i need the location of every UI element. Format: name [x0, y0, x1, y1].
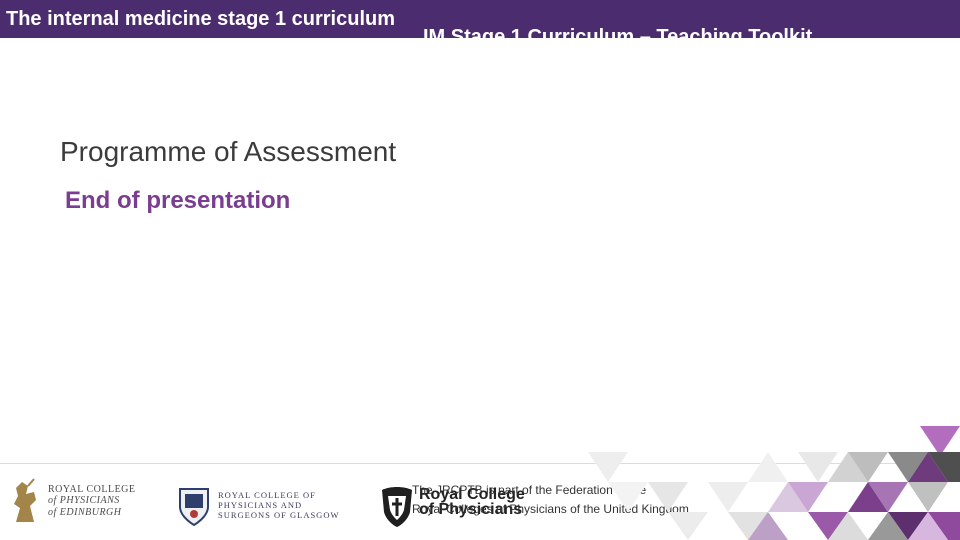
- rcpe-line-3: of EDINBURGH: [48, 506, 122, 518]
- rcpe-line-1: ROYAL COLLEGE: [48, 483, 136, 495]
- unicorn-crest-icon: [14, 478, 36, 522]
- header-subtitle: IM Stage 1 Curriculum – Teaching Toolkit: [423, 26, 813, 38]
- rcp-crest-icon: [382, 487, 412, 527]
- glasgow-crest-icon: [179, 488, 209, 527]
- slide-subtitle: End of presentation: [65, 187, 291, 214]
- rcp-edinburgh-logo: ROYAL COLLEGE of PHYSICIANS of EDINBURGH: [8, 478, 136, 524]
- rcps-glasgow-logo: ROYAL COLLEGE OF PHYSICIANS AND SURGEONS…: [176, 485, 339, 527]
- triangle-pattern-decoration: [588, 426, 960, 540]
- header-title: The internal medicine stage 1 curriculum: [6, 8, 396, 30]
- rcpe-line-2: of PHYSICIANS: [48, 495, 120, 507]
- rcpsg-line-3: SURGEONS OF GLASGOW: [218, 509, 340, 520]
- header-bar: The internal medicine stage 1 curriculum…: [0, 0, 960, 38]
- slide-title: Programme of Assessment: [60, 136, 397, 167]
